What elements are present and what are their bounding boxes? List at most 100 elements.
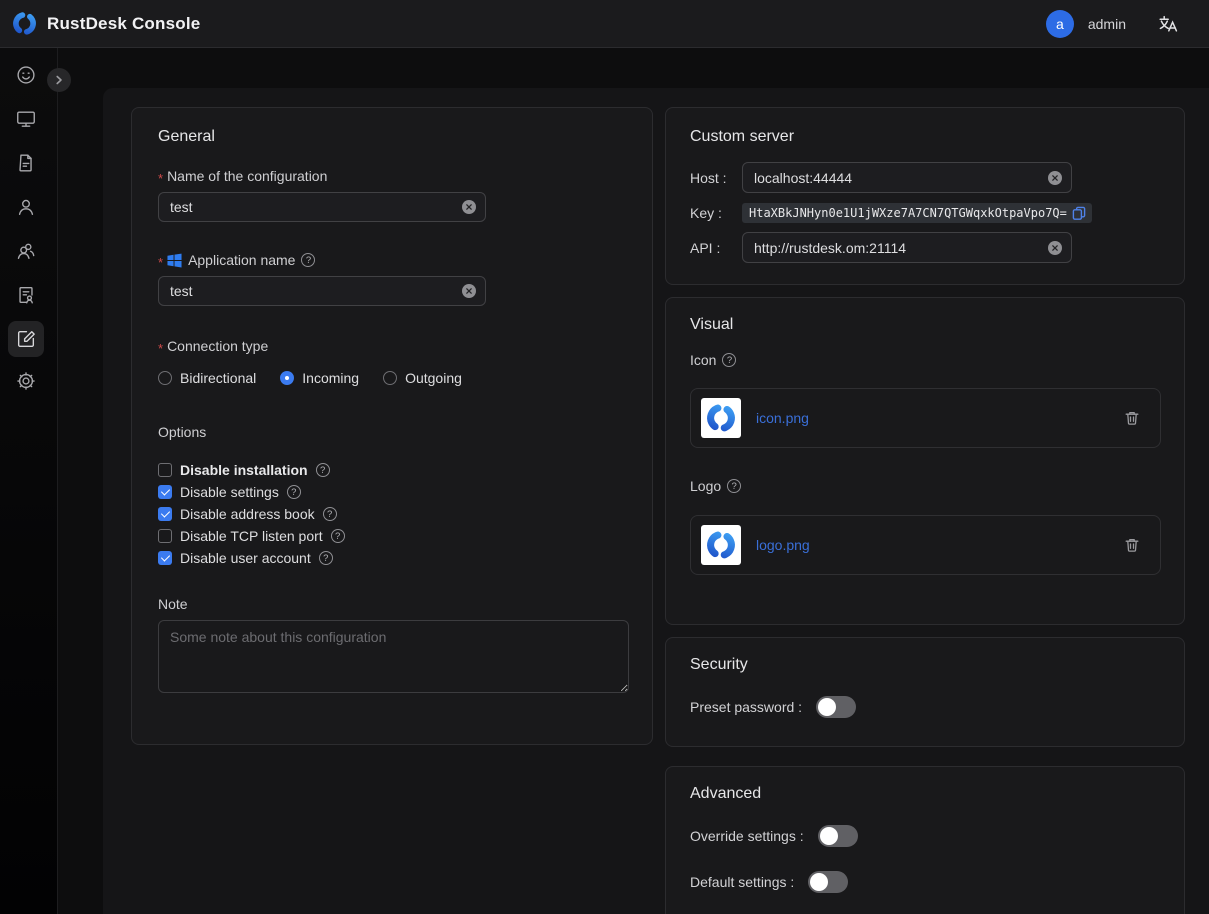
logo-label: Logo ? <box>690 478 1160 494</box>
sidebar-collapse-button[interactable] <box>47 68 71 92</box>
clear-icon[interactable] <box>1048 171 1062 185</box>
api-input-wrap <box>742 232 1072 263</box>
trash-icon[interactable] <box>1124 537 1140 553</box>
content-panel: General * Name of the configuration * <box>103 88 1209 914</box>
user-icon <box>15 196 37 218</box>
logo-upload-box[interactable]: logo.png <box>690 515 1161 575</box>
app-name-input[interactable] <box>170 283 455 299</box>
checkbox-box <box>158 529 172 543</box>
help-icon[interactable]: ? <box>319 551 333 565</box>
checkbox-disable-settings[interactable]: Disable settings ? <box>158 481 626 503</box>
sidebar-item-custom-client[interactable] <box>8 321 44 357</box>
preset-password-toggle[interactable] <box>816 696 856 718</box>
sidebar <box>0 48 58 914</box>
connection-type-label: * Connection type <box>158 338 626 354</box>
icon-label: Icon ? <box>690 352 1160 368</box>
copy-icon[interactable] <box>1072 206 1086 220</box>
security-card: Security Preset password : <box>665 637 1185 747</box>
sidebar-item-devices[interactable] <box>14 107 38 131</box>
sidebar-item-sessions[interactable] <box>14 151 38 175</box>
config-name-label: * Name of the configuration <box>158 168 626 184</box>
host-label: Host : <box>690 170 742 186</box>
general-title: General <box>158 128 626 146</box>
required-asterisk: * <box>158 171 163 186</box>
windows-icon <box>167 253 182 268</box>
general-card: General * Name of the configuration * <box>131 107 653 745</box>
users-icon <box>15 240 37 262</box>
key-label: Key : <box>690 205 742 221</box>
checkbox-disable-installation[interactable]: Disable installation ? <box>158 459 626 481</box>
help-icon[interactable]: ? <box>301 253 315 267</box>
monitor-icon <box>15 108 37 130</box>
smiley-icon <box>15 64 37 86</box>
default-settings-label: Default settings : <box>690 874 794 890</box>
options-label: Options <box>158 424 626 440</box>
sidebar-item-audit[interactable] <box>14 283 38 307</box>
checkbox-box <box>158 551 172 565</box>
logo-file-link[interactable]: logo.png <box>756 537 810 553</box>
visual-title: Visual <box>690 316 1160 334</box>
help-icon[interactable]: ? <box>727 479 741 493</box>
avatar[interactable]: a <box>1046 10 1074 38</box>
server-key-chip: HtaXBkJNHyn0e1U1jWXze7A7CN7QTGWqxkOtpaVp… <box>742 203 1092 223</box>
clear-icon[interactable] <box>462 284 476 298</box>
custom-server-card: Custom server Host : Key : HtaXBkJNHyn0e… <box>665 107 1185 285</box>
rustdesk-logo-icon <box>11 10 38 37</box>
help-icon[interactable]: ? <box>287 485 301 499</box>
workspace: General * Name of the configuration * <box>58 48 1209 914</box>
icon-upload-box[interactable]: icon.png <box>690 388 1161 448</box>
username[interactable]: admin <box>1088 16 1126 32</box>
document-icon <box>15 152 37 174</box>
radio-incoming[interactable]: Incoming <box>280 370 359 386</box>
sidebar-item-users[interactable] <box>14 195 38 219</box>
config-name-input[interactable] <box>170 199 455 215</box>
checkbox-disable-tcp-listen-port[interactable]: Disable TCP listen port ? <box>158 525 626 547</box>
host-input-wrap <box>742 162 1072 193</box>
radio-circle <box>280 371 294 385</box>
help-icon[interactable]: ? <box>316 463 330 477</box>
sidebar-item-settings[interactable] <box>14 369 38 393</box>
radio-bidirectional[interactable]: Bidirectional <box>158 370 256 386</box>
icon-file-link[interactable]: icon.png <box>756 410 809 426</box>
brand: RustDesk Console <box>0 10 200 37</box>
radio-outgoing[interactable]: Outgoing <box>383 370 462 386</box>
override-settings-toggle[interactable] <box>818 825 858 847</box>
note-textarea[interactable] <box>158 620 629 693</box>
host-input[interactable] <box>754 170 1041 186</box>
default-settings-toggle[interactable] <box>808 871 848 893</box>
visual-card: Visual Icon ? icon.png <box>665 297 1185 625</box>
radio-circle <box>383 371 397 385</box>
checkbox-disable-address-book[interactable]: Disable address book ? <box>158 503 626 525</box>
logo-thumbnail <box>701 525 741 565</box>
help-icon[interactable]: ? <box>722 353 736 367</box>
help-icon[interactable]: ? <box>331 529 345 543</box>
checkbox-box <box>158 463 172 477</box>
trash-icon[interactable] <box>1124 410 1140 426</box>
server-key-value: HtaXBkJNHyn0e1U1jWXze7A7CN7QTGWqxkOtpaVp… <box>749 206 1067 220</box>
note-label: Note <box>158 596 626 612</box>
checkbox-box <box>158 485 172 499</box>
edit-square-icon <box>15 328 37 350</box>
app-header: RustDesk Console a admin <box>0 0 1209 48</box>
sidebar-item-dashboard[interactable] <box>14 63 38 87</box>
audit-log-icon <box>15 284 37 306</box>
preset-password-label: Preset password : <box>690 699 802 715</box>
app-title: RustDesk Console <box>47 14 200 34</box>
checkbox-box <box>158 507 172 521</box>
required-asterisk: * <box>158 255 163 270</box>
gear-icon <box>15 370 37 392</box>
security-title: Security <box>690 656 1160 674</box>
checkbox-disable-user-account[interactable]: Disable user account ? <box>158 547 626 569</box>
help-icon[interactable]: ? <box>323 507 337 521</box>
radio-circle <box>158 371 172 385</box>
clear-icon[interactable] <box>1048 241 1062 255</box>
api-input[interactable] <box>754 240 1041 256</box>
clear-icon[interactable] <box>462 200 476 214</box>
advanced-card: Advanced Override settings : Default set… <box>665 766 1185 914</box>
custom-server-title: Custom server <box>690 128 1160 146</box>
language-icon[interactable] <box>1158 13 1179 34</box>
api-label: API : <box>690 240 742 256</box>
required-asterisk: * <box>158 341 163 356</box>
icon-thumbnail <box>701 398 741 438</box>
sidebar-item-groups[interactable] <box>14 239 38 263</box>
